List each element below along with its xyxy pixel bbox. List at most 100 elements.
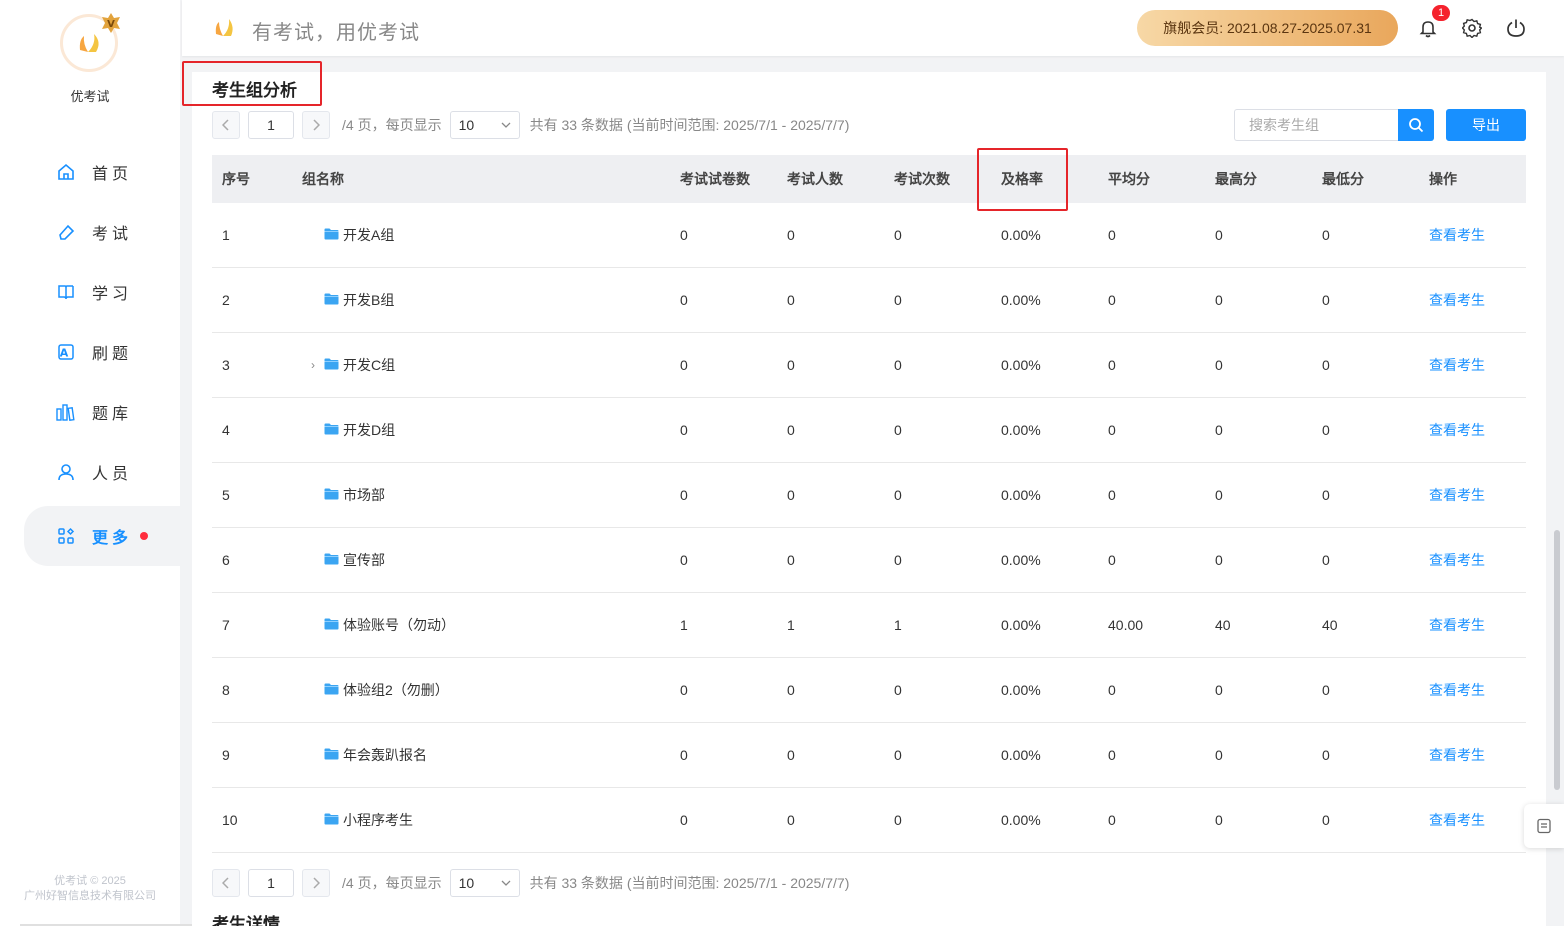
next-page-button[interactable] [302, 869, 330, 897]
table-header: 序号 组名称 考试试卷数 考试人数 考试次数 及格率 平均分 最高分 最低分 操… [212, 155, 1526, 203]
sidebar-item-label: 考试 [92, 226, 133, 243]
cell-times: 0 [894, 552, 902, 568]
cell-pass-rate: 0.00% [1001, 552, 1041, 568]
folder-icon [324, 747, 339, 763]
view-students-link[interactable]: 查看考生 [1429, 485, 1485, 505]
cell-papers: 1 [680, 617, 688, 633]
cell-min: 0 [1322, 422, 1330, 438]
prev-page-button[interactable] [212, 111, 240, 139]
floating-notes-button[interactable] [1524, 804, 1564, 848]
view-students-link[interactable]: 查看考生 [1429, 355, 1485, 375]
home-icon [56, 162, 76, 182]
table-row: 6 宣传部 0 0 0 0.00% 0 0 0 查看考生 [212, 528, 1526, 593]
notification-badge: 1 [1432, 5, 1450, 21]
page-size-select[interactable]: 10 [449, 869, 520, 897]
total-records-text: 共有 33 条数据 (当前时间范围: 2025/7/1 - 2025/7/7) [529, 875, 850, 891]
cell-pass-rate: 0.00% [1001, 422, 1041, 438]
cell-pass-rate: 0.00% [1001, 747, 1041, 763]
next-page-button[interactable] [302, 111, 330, 139]
group-name-cell: 年会轰趴报名 [302, 745, 427, 765]
svg-text:A: A [60, 347, 73, 360]
highlight-box-title [182, 61, 322, 106]
app-logo[interactable]: V [60, 13, 120, 74]
sidebar-item-practice[interactable]: A 刷题 [24, 322, 180, 382]
search-button[interactable] [1398, 109, 1434, 141]
prev-page-button[interactable] [212, 869, 240, 897]
group-name: 宣传部 [343, 552, 385, 568]
view-students-link[interactable]: 查看考生 [1429, 745, 1485, 765]
view-students-link[interactable]: 查看考生 [1429, 615, 1485, 635]
folder-icon [324, 357, 339, 373]
column-header: 操作 [1429, 171, 1457, 187]
cell-avg: 0 [1108, 552, 1116, 568]
page-size-value: 10 [458, 117, 475, 133]
app-name: 优考试 [70, 89, 110, 104]
gear-icon[interactable] [1460, 16, 1484, 40]
vertical-scrollbar[interactable] [1554, 530, 1560, 790]
table-row: 9 年会轰趴报名 0 0 0 0.00% 0 0 0 查看考生 [212, 723, 1526, 788]
copyright-text: 优考试 © 2025 [54, 875, 126, 887]
page-size-select[interactable]: 10 [449, 111, 520, 139]
group-name-cell: 市场部 [302, 485, 385, 505]
export-button[interactable]: 导出 [1446, 109, 1526, 141]
group-name: 开发A组 [343, 227, 395, 243]
sidebar-item-more[interactable]: 更多 [24, 506, 180, 566]
cell-people: 0 [787, 682, 795, 698]
sidebar-item-exam[interactable]: 考试 [24, 202, 180, 262]
cell-people: 1 [787, 617, 795, 633]
cell-pass-rate: 0.00% [1001, 617, 1041, 633]
view-students-link[interactable]: 查看考生 [1429, 550, 1485, 570]
sidebar: V 优考试 首页 考试 学习 A 刷题 题库 人员 更多 优考试 © 2025 … [0, 0, 180, 926]
group-name: 开发D组 [343, 422, 396, 438]
expand-arrow-icon[interactable]: › [302, 358, 324, 372]
cell-people: 0 [787, 812, 795, 828]
sidebar-item-study[interactable]: 学习 [24, 262, 180, 322]
page-number-input[interactable] [248, 111, 294, 139]
view-students-link[interactable]: 查看考生 [1429, 290, 1485, 310]
cell-times: 0 [894, 422, 902, 438]
total-records-text: 共有 33 条数据 (当前时间范围: 2025/7/1 - 2025/7/7) [529, 117, 850, 133]
page-number-input[interactable] [248, 869, 294, 897]
group-name: 小程序考生 [343, 812, 413, 828]
group-name-cell: 小程序考生 [302, 810, 413, 830]
cell-papers: 0 [680, 357, 688, 373]
cell-people: 0 [787, 292, 795, 308]
table-row: 3 › 开发C组 0 0 0 0.00% 0 0 0 查看考生 [212, 333, 1526, 398]
column-header: 最低分 [1322, 171, 1364, 187]
vip-membership-badge[interactable]: 旗舰会员: 2021.08.27-2025.07.31 [1137, 10, 1398, 46]
bottom-pagination: /4 页，每页显示 10 共有 33 条数据 (当前时间范围: 2025/7/1… [212, 869, 849, 897]
cell-times: 1 [894, 617, 902, 633]
view-students-link[interactable]: 查看考生 [1429, 420, 1485, 440]
folder-icon [324, 552, 339, 568]
sidebar-item-home[interactable]: 首页 [24, 142, 180, 202]
power-icon[interactable] [1504, 16, 1528, 40]
cell-index: 8 [222, 682, 230, 698]
cell-papers: 0 [680, 227, 688, 243]
cell-min: 0 [1322, 292, 1330, 308]
folder-icon [324, 487, 339, 503]
cell-index: 10 [222, 812, 238, 828]
sidebar-item-users[interactable]: 人员 [24, 442, 180, 502]
view-students-link[interactable]: 查看考生 [1429, 810, 1485, 830]
column-header: 考试人数 [787, 171, 843, 187]
sidebar-item-label: 首页 [92, 166, 133, 183]
column-header: 序号 [222, 171, 250, 187]
new-indicator-dot [140, 532, 149, 540]
table-row: 7 体验账号（勿动） 1 1 1 0.00% 40.00 40 40 查看考生 [212, 593, 1526, 658]
sidebar-item-question-bank[interactable]: 题库 [24, 382, 180, 442]
column-header: 最高分 [1215, 171, 1257, 187]
cell-min: 40 [1322, 617, 1338, 633]
chevron-down-icon [501, 880, 511, 886]
highlight-box-pass-rate [977, 148, 1068, 211]
cell-index: 3 [222, 357, 230, 373]
cell-min: 0 [1322, 357, 1330, 373]
cell-pass-rate: 0.00% [1001, 227, 1041, 243]
view-students-link[interactable]: 查看考生 [1429, 225, 1485, 245]
letter-a-icon: A [56, 342, 76, 362]
search-group-input[interactable] [1234, 109, 1398, 141]
folder-icon [324, 617, 339, 633]
view-students-link[interactable]: 查看考生 [1429, 680, 1485, 700]
group-name: 年会轰趴报名 [343, 747, 427, 763]
group-name-cell: 开发B组 [302, 290, 394, 310]
sidebar-item-label: 刷题 [92, 346, 133, 363]
